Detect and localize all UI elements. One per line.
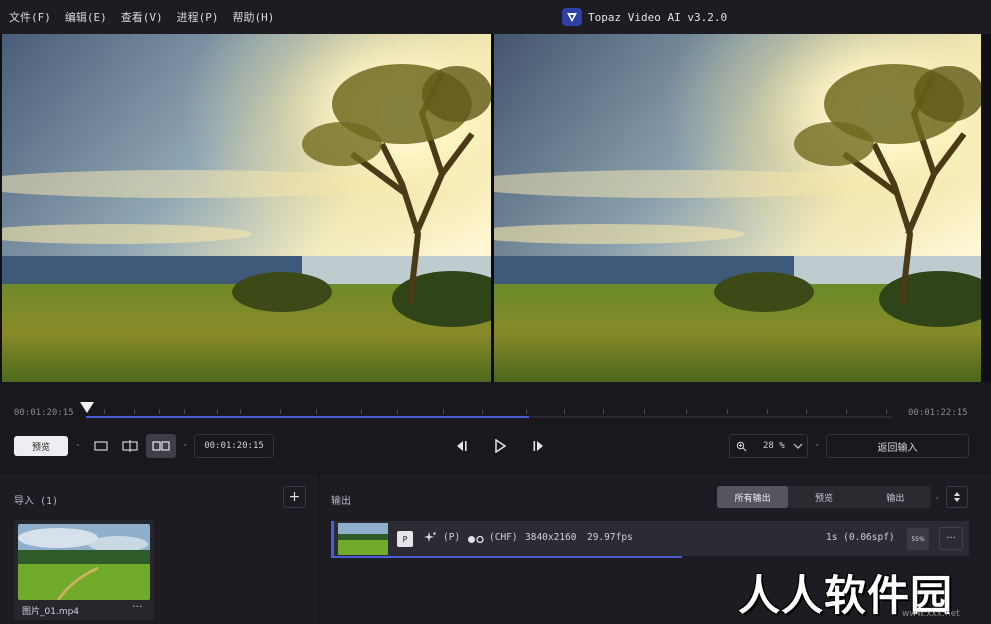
timeline-tick <box>280 409 281 414</box>
landscape-image-original <box>2 34 491 382</box>
row-selection-indicator <box>331 521 334 556</box>
timeline-tick <box>564 409 565 414</box>
timeline-tick <box>686 409 687 414</box>
timeline-tick <box>104 409 105 414</box>
timeline-tick <box>443 409 444 414</box>
frame-interpolation-icon <box>467 534 485 547</box>
zoom-value: 28 % <box>763 441 785 451</box>
timeline-tick <box>184 409 185 414</box>
current-timecode-field[interactable]: 00:01:20:15 <box>194 434 274 458</box>
timeline-tick <box>482 409 483 414</box>
side-by-side-view-icon <box>152 441 170 451</box>
step-back-icon <box>457 441 467 451</box>
video-viewer[interactable] <box>0 34 991 382</box>
play-button[interactable] <box>491 437 509 455</box>
output-time: 1s (0.06spf) <box>826 532 895 543</box>
output-title: 输出 <box>331 496 351 507</box>
side-by-side-view-button[interactable] <box>146 434 176 458</box>
timeline-tick <box>526 409 527 414</box>
single-view-icon <box>94 441 108 451</box>
playhead-handle[interactable] <box>80 402 94 413</box>
start-timecode: 00:01:20:15 <box>14 408 74 418</box>
row-more-button[interactable]: ··· <box>939 527 963 550</box>
timeline-tick <box>846 409 847 414</box>
tab-previews[interactable]: 预览 <box>788 486 859 508</box>
prev-frame-button[interactable] <box>452 437 470 455</box>
menu-file[interactable]: 文件(F) <box>9 9 51 25</box>
file-thumbnail <box>18 524 150 600</box>
zoom-icon <box>736 441 747 451</box>
chevron-down-icon <box>793 443 803 449</box>
watermark-url: www.xxx.net <box>902 609 960 619</box>
frame-model-label: (CHF) <box>489 532 518 543</box>
menu-help[interactable]: 帮助(H) <box>233 9 275 25</box>
step-forward-icon <box>533 441 543 451</box>
menu-edit[interactable]: 编辑(E) <box>65 9 107 25</box>
output-resolution: 3840x2160 <box>525 532 577 543</box>
separator-dot <box>77 444 79 446</box>
output-row[interactable]: P (P) (CHF) 3840x2160 29.97fps 1s (0.06s… <box>331 521 969 556</box>
end-timecode: 00:01:22:15 <box>908 408 968 418</box>
output-progress-bar <box>331 556 682 558</box>
separator-dot <box>816 444 818 446</box>
tab-exports[interactable]: 输出 <box>860 486 931 508</box>
timeline-progress <box>86 416 530 418</box>
timeline-tick <box>240 409 241 414</box>
app-name: Topaz Video AI v3.2.0 <box>588 10 728 24</box>
separator-dot <box>184 444 186 446</box>
timeline-tick <box>886 409 887 414</box>
back-to-input-button[interactable]: 返回输入 <box>826 434 969 458</box>
timeline-tick <box>316 409 317 414</box>
timeline-tick <box>397 409 398 414</box>
timeline-tick <box>644 409 645 414</box>
output-thumbnail <box>338 523 388 555</box>
add-import-button[interactable]: + <box>283 486 306 508</box>
timeline-tick <box>134 409 135 414</box>
output-tabs: 所有输出 预览 输出 <box>717 486 931 508</box>
menu-bar: 文件(F) 编辑(E) 查看(V) 进程(P) 帮助(H) Topaz Vide… <box>0 0 991 34</box>
timeline-tick <box>159 409 160 414</box>
file-more-button[interactable]: ··· <box>132 600 143 613</box>
import-file-card[interactable]: 图片_01.mp4 ··· <box>14 520 154 620</box>
enhance-sparkle-icon <box>423 531 437 548</box>
app-title: Topaz Video AI v3.2.0 <box>562 8 727 26</box>
progress-percent-badge: 55% <box>907 528 929 550</box>
preview-badge: P <box>397 531 413 547</box>
landscape-image-enhanced <box>494 34 981 382</box>
timeline-panel: 00:01:20:15 00:01:22:15 预览 00:01:20:15 2… <box>0 382 991 472</box>
single-view-button[interactable] <box>88 434 114 458</box>
timeline-tick <box>361 409 362 414</box>
topaz-logo-icon <box>562 8 582 26</box>
split-view-icon <box>122 440 138 452</box>
preview-button[interactable]: 预览 <box>14 436 68 456</box>
sort-icon <box>954 492 960 502</box>
separator-dot <box>936 497 938 499</box>
menu-view[interactable]: 查看(V) <box>121 9 163 25</box>
enhance-model-label: (P) <box>443 532 461 543</box>
tab-all-outputs[interactable]: 所有输出 <box>717 486 789 508</box>
import-title: 导入 (1) <box>14 496 59 507</box>
file-name: 图片_01.mp4 <box>22 607 80 617</box>
split-view-button[interactable] <box>117 434 143 458</box>
timeline-track[interactable] <box>86 409 892 418</box>
timeline-tick <box>603 409 604 414</box>
import-panel: 导入 (1) + 图片_01.mp4 ··· <box>0 474 318 624</box>
sort-button[interactable] <box>946 486 968 508</box>
timeline-tick <box>217 409 218 414</box>
play-icon <box>495 439 506 453</box>
next-frame-button[interactable] <box>530 437 548 455</box>
enhanced-video-pane[interactable] <box>494 34 981 382</box>
zoom-select[interactable]: 28 % <box>729 434 808 458</box>
timeline-tick <box>727 409 728 414</box>
timeline-tick <box>767 409 768 414</box>
timeline-tick <box>806 409 807 414</box>
output-fps: 29.97fps <box>587 532 633 543</box>
original-video-pane[interactable] <box>2 34 491 382</box>
menu-process[interactable]: 进程(P) <box>177 9 219 25</box>
